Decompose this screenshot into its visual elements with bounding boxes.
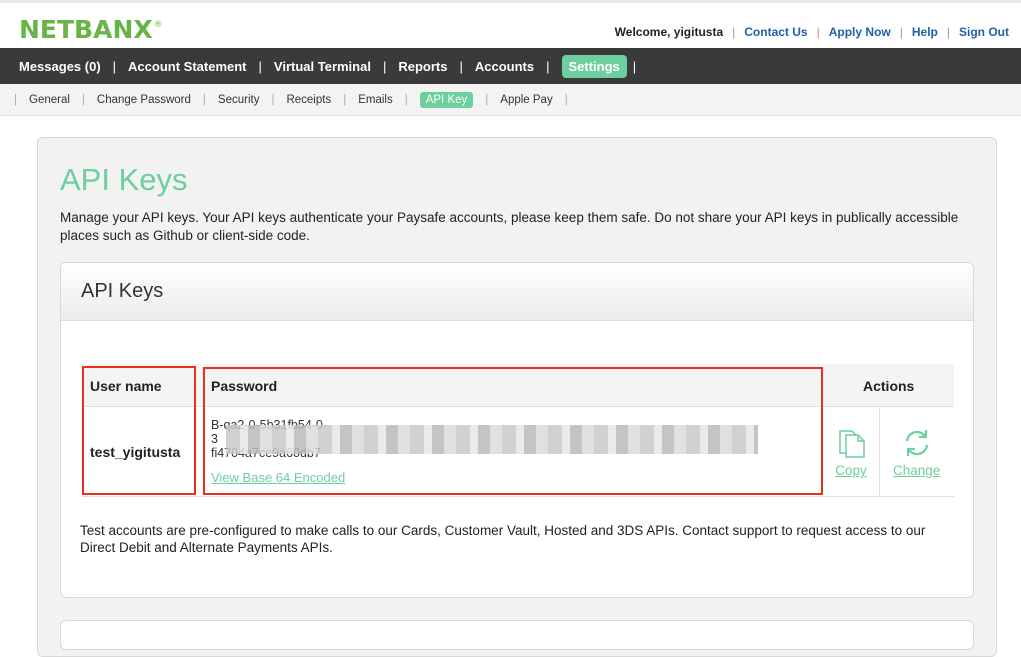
- divider: |: [258, 58, 262, 74]
- sign-out-link[interactable]: Sign Out: [959, 25, 1009, 39]
- copy-icon: [833, 426, 869, 463]
- top-bar: NETBANX® Welcome, yigitusta | Contact Us…: [0, 0, 1021, 48]
- divider: |: [485, 93, 489, 106]
- page-description: Manage your API keys. Your API keys auth…: [60, 210, 959, 243]
- change-label: Change: [893, 463, 941, 478]
- divider: |: [382, 58, 387, 74]
- nav-account-statement[interactable]: Account Statement: [128, 59, 246, 74]
- user-name-highlight: [82, 366, 196, 495]
- panel-header: API Keys: [61, 263, 973, 321]
- top-links: Welcome, yigitusta | Contact Us | Apply …: [615, 25, 1009, 39]
- divider: |: [343, 93, 347, 106]
- test-accounts-note: Test accounts are pre-configured to make…: [80, 523, 926, 555]
- change-action[interactable]: Change: [893, 426, 940, 478]
- apply-now-link[interactable]: Apply Now: [829, 25, 891, 39]
- tab-api-key[interactable]: API Key: [419, 91, 474, 108]
- welcome-text: Welcome, yigitusta: [614, 25, 724, 39]
- nav-accounts[interactable]: Accounts: [475, 59, 534, 74]
- divider: |: [946, 25, 950, 39]
- copy-action[interactable]: Copy: [833, 426, 869, 478]
- divider: |: [112, 58, 117, 74]
- tab-general[interactable]: General: [29, 94, 70, 106]
- actions-divider: [879, 408, 880, 496]
- divider: |: [546, 58, 550, 74]
- tab-security[interactable]: Security: [218, 94, 260, 106]
- help-link[interactable]: Help: [912, 25, 938, 39]
- divider: |: [14, 93, 17, 106]
- nav-reports[interactable]: Reports: [398, 59, 447, 74]
- divider: |: [271, 93, 275, 106]
- column-header-actions: Actions: [863, 377, 915, 394]
- contact-us-link[interactable]: Contact Us: [744, 25, 807, 39]
- nav-virtual-terminal[interactable]: Virtual Terminal: [274, 59, 371, 74]
- netbanx-logo[interactable]: NETBANX®: [19, 15, 163, 44]
- page-title: API Keys: [60, 162, 188, 197]
- divider: |: [816, 25, 820, 39]
- divider: |: [202, 93, 206, 106]
- refresh-icon: [899, 426, 935, 463]
- tab-change-password[interactable]: Change Password: [97, 94, 191, 106]
- divider: |: [899, 25, 903, 39]
- divider: |: [564, 93, 568, 106]
- divider: |: [81, 93, 85, 106]
- divider: |: [459, 58, 463, 74]
- tab-receipts[interactable]: Receipts: [286, 94, 331, 106]
- nav-settings[interactable]: Settings: [561, 54, 627, 78]
- divider: |: [404, 93, 408, 106]
- registered-mark: ®: [153, 19, 163, 30]
- divider: |: [632, 58, 637, 74]
- panel-title: API Keys: [81, 280, 164, 302]
- divider: |: [732, 25, 736, 39]
- copy-label: Copy: [835, 463, 867, 478]
- row-divider: [82, 496, 954, 497]
- secondary-panel: [60, 620, 974, 650]
- settings-sub-nav: | General | Change Password | Security |…: [0, 84, 1021, 116]
- tab-emails[interactable]: Emails: [358, 94, 393, 106]
- main-nav: Messages (0) | Account Statement | Virtu…: [0, 48, 1021, 84]
- nav-messages[interactable]: Messages (0): [19, 59, 101, 74]
- tab-apple-pay[interactable]: Apple Pay: [500, 94, 552, 106]
- password-highlight: [203, 367, 823, 495]
- logo-text: NETBANX: [19, 15, 153, 44]
